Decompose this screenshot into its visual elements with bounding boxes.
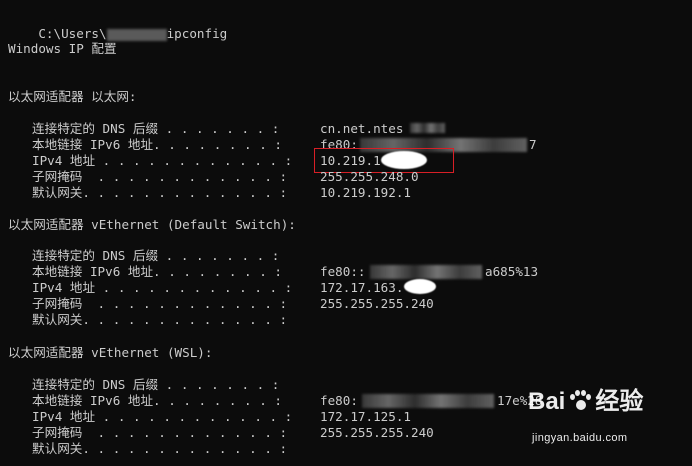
watermark-site: jingyan.baidu.com <box>532 432 628 444</box>
row-label: 子网掩码 . . . . . . . . . . . . : <box>32 169 288 184</box>
row-value: 255.255.248.0 <box>320 169 419 184</box>
command-text: ipconfig <box>166 26 228 41</box>
adapter-title-default-switch: 以太网适配器 vEthernet (Default Switch): <box>8 217 296 232</box>
watermark-logo: Bai 经验 <box>528 390 643 414</box>
blurred-username <box>106 28 167 41</box>
row-value: 255.255.255.240 <box>320 296 434 311</box>
adapter-title-ethernet: 以太网适配器 以太网: <box>8 89 137 104</box>
row-value: 172.17.163. <box>320 280 404 295</box>
row-label: 连接特定的 DNS 后缀 . . . . . . . : <box>32 377 280 392</box>
row-value-suffix: 7 <box>529 137 537 152</box>
row-label: 子网掩码 . . . . . . . . . . . . : <box>32 425 288 440</box>
blurred-value <box>362 394 494 408</box>
row-label: 默认网关. . . . . . . . . . . . . : <box>32 312 288 327</box>
ipconfig-header: Windows IP 配置 <box>8 41 117 56</box>
row-value: fe80:: <box>320 264 366 279</box>
blurred-value <box>370 265 482 279</box>
row-value: fe80: <box>320 393 358 408</box>
row-label: IPv4 地址 . . . . . . . . . . . . : <box>32 280 293 295</box>
watermark-brand: Bai <box>528 388 566 415</box>
row-value: 10.219.192.1 <box>320 185 411 200</box>
adapter-title-wsl: 以太网适配器 vEthernet (WSL): <box>8 345 213 360</box>
baidu-jingyan-watermark: Bai 经验 jingyan.baidu.com <box>528 390 658 446</box>
watermark-brand-tail: 经验 <box>595 388 644 415</box>
row-label: 连接特定的 DNS 后缀 . . . . . . . : <box>32 248 280 263</box>
row-value: cn.net.ntes <box>320 121 404 136</box>
row-label: 子网掩码 . . . . . . . . . . . . : <box>32 296 288 311</box>
blurred-value <box>410 123 445 133</box>
row-label: 默认网关. . . . . . . . . . . . . : <box>32 441 288 456</box>
row-label: IPv4 地址 . . . . . . . . . . . . : <box>32 409 293 424</box>
command-prompt-window[interactable]: C:\Users\ ipconfig Windows IP 配置 以太网适配器 以… <box>0 0 692 466</box>
row-label: 本地链接 IPv6 地址. . . . . . . . : <box>32 393 282 408</box>
command-prefix: C:\Users\ <box>38 26 107 41</box>
paw-icon <box>568 390 592 414</box>
row-value-suffix: a685%13 <box>485 264 539 279</box>
row-label: IPv4 地址 . . . . . . . . . . . . : <box>32 153 293 168</box>
row-label: 连接特定的 DNS 后缀 . . . . . . . : <box>32 121 280 136</box>
row-value: 172.17.125.1 <box>320 409 411 424</box>
redaction-blob <box>404 279 436 294</box>
row-label: 本地链接 IPv6 地址. . . . . . . . : <box>32 137 282 152</box>
row-label: 默认网关. . . . . . . . . . . . . : <box>32 185 288 200</box>
row-label: 本地链接 IPv6 地址. . . . . . . . : <box>32 264 282 279</box>
row-value: 255.255.255.240 <box>320 425 434 440</box>
